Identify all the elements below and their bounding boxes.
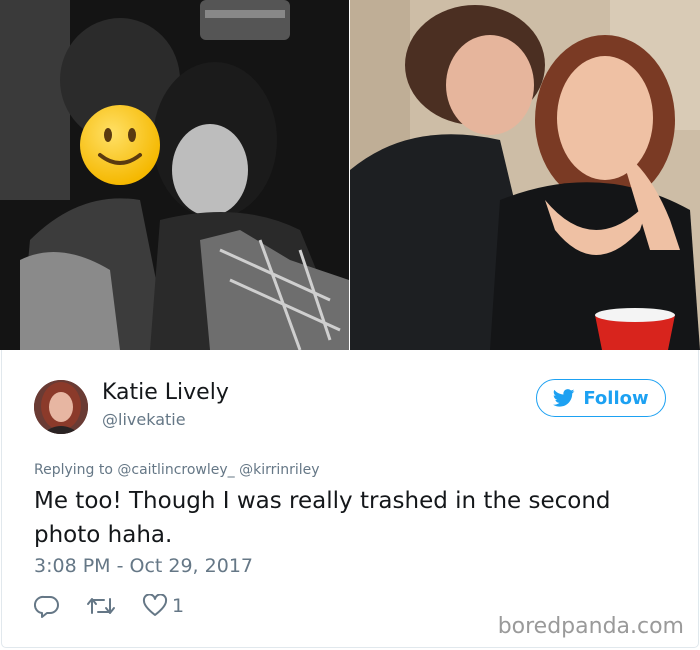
photo-black-and-white-couple[interactable]	[0, 0, 349, 350]
avatar[interactable]	[34, 380, 88, 434]
like-count: 1	[172, 595, 185, 617]
retweet-button[interactable]	[86, 594, 116, 618]
smiley-face-icon	[80, 105, 160, 185]
tweet-timestamp[interactable]: 3:08 PM - Oct 29, 2017	[34, 555, 253, 577]
follow-button[interactable]: Follow	[536, 379, 666, 417]
mention-link[interactable]: @kirrinriley	[239, 462, 319, 478]
watermark: boredpanda.com	[497, 614, 684, 639]
tweet-text: Me too! Though I was really trashed in t…	[34, 488, 611, 548]
retweet-icon	[87, 598, 115, 614]
reply-button[interactable]	[34, 594, 60, 618]
reply-context-prefix: Replying to	[34, 462, 113, 478]
author-handle[interactable]: @livekatie	[102, 410, 186, 429]
tweet-actions: 1	[34, 592, 210, 620]
reply-context: Replying to @caitlincrowley_ @kirrinrile…	[34, 462, 320, 478]
twitter-bird-icon	[553, 389, 575, 407]
heart-icon	[142, 594, 168, 616]
like-button[interactable]: 1	[142, 594, 184, 618]
photo-couple-kiss[interactable]	[350, 0, 700, 350]
mention-link[interactable]: @caitlincrowley_	[117, 462, 234, 478]
tweet-photos	[0, 0, 700, 350]
author-display-name[interactable]: Katie Lively	[102, 380, 229, 405]
reply-icon	[34, 595, 59, 618]
tweet-card: Katie Lively @livekatie Follow Replying …	[1, 350, 699, 648]
follow-label: Follow	[583, 387, 649, 409]
